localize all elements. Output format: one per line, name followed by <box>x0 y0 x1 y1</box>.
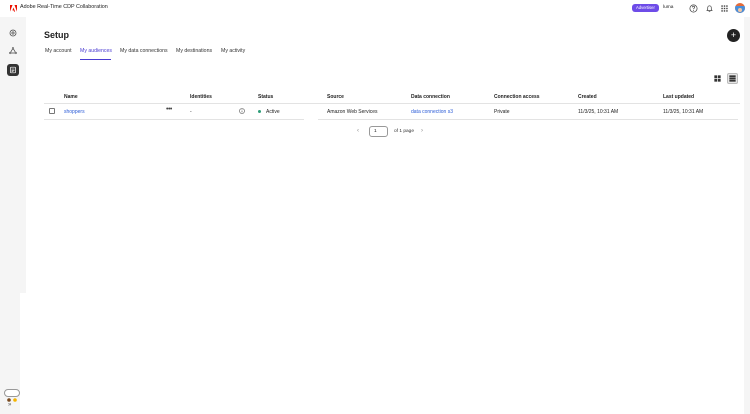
column-header-data-connection[interactable]: Data connection <box>411 94 450 100</box>
tab-my-destinations[interactable]: My destinations <box>176 48 212 54</box>
page-title: Setup <box>44 30 70 40</box>
row-checkbox[interactable] <box>49 108 55 114</box>
home-icon <box>9 29 17 37</box>
role-badge[interactable]: Advertiser <box>632 4 659 12</box>
user-avatar[interactable] <box>735 3 745 13</box>
grid-view-button[interactable] <box>712 73 723 84</box>
identities-value: - <box>190 109 192 115</box>
app-title: Adobe Real-Time CDP Collaboration <box>20 4 108 10</box>
list-view-icon <box>729 75 736 82</box>
grid-view-icon <box>714 75 721 82</box>
column-header-last-updated[interactable]: Last updated <box>663 94 694 100</box>
column-header-created[interactable]: Created <box>578 94 597 100</box>
connection-access-value: Private <box>494 109 510 115</box>
tab-my-data-connections[interactable]: My data connections <box>120 48 168 54</box>
column-header-identities[interactable]: Identities <box>190 94 212 100</box>
avatar-icon <box>735 6 745 13</box>
more-actions-icon[interactable]: ••• <box>166 106 172 113</box>
content-lower-area <box>20 293 744 414</box>
tab-my-account[interactable]: My account <box>45 48 72 54</box>
rail-item-connections[interactable] <box>7 45 19 57</box>
created-value: 11/3/25, 10:31 AM <box>578 109 619 115</box>
status-dot <box>258 110 261 113</box>
source-value: Amazon Web Services <box>327 109 378 115</box>
adobe-logo-icon <box>10 5 17 12</box>
status-value: Active <box>266 109 280 115</box>
previous-page-icon[interactable]: ‹ <box>357 128 359 134</box>
expand-rail-icon[interactable]: » <box>8 402 11 408</box>
last-updated-value: 11/3/25, 10:31 AM <box>663 109 704 115</box>
column-header-source[interactable]: Source <box>327 94 344 100</box>
data-connection-link[interactable]: data connection s3 <box>411 109 453 115</box>
add-button[interactable]: + <box>727 29 740 42</box>
audience-name-link[interactable]: shoppers <box>64 109 85 115</box>
bell-icon[interactable] <box>705 4 714 13</box>
row-divider-left <box>44 119 304 120</box>
rail-item-setup[interactable] <box>7 64 19 76</box>
page-number-input[interactable] <box>369 126 388 137</box>
setup-icon <box>10 66 16 74</box>
connections-icon <box>9 47 17 55</box>
top-bar: Adobe Real-Time CDP Collaboration Advert… <box>0 0 750 17</box>
next-page-icon[interactable]: › <box>421 128 423 134</box>
info-icon[interactable] <box>239 108 245 114</box>
tab-my-activity[interactable]: My activity <box>221 48 245 54</box>
sandbox-name[interactable]: luma <box>663 5 673 10</box>
selected-tab-indicator <box>80 59 111 60</box>
feedback-toggle[interactable] <box>4 389 20 402</box>
help-icon[interactable] <box>689 4 698 13</box>
tab-my-audiences[interactable]: My audiences <box>80 48 112 54</box>
apps-grid-icon[interactable] <box>720 4 729 13</box>
column-header-name[interactable]: Name <box>64 94 78 100</box>
page-count-label: of 1 page <box>394 129 415 134</box>
main-content <box>26 17 744 293</box>
column-header-status[interactable]: Status <box>258 94 273 100</box>
list-view-button[interactable] <box>727 73 738 84</box>
column-header-connection-access[interactable]: Connection access <box>494 94 540 100</box>
header-divider <box>44 103 740 104</box>
row-divider-right <box>318 119 738 120</box>
rail-item-home[interactable] <box>7 27 19 39</box>
